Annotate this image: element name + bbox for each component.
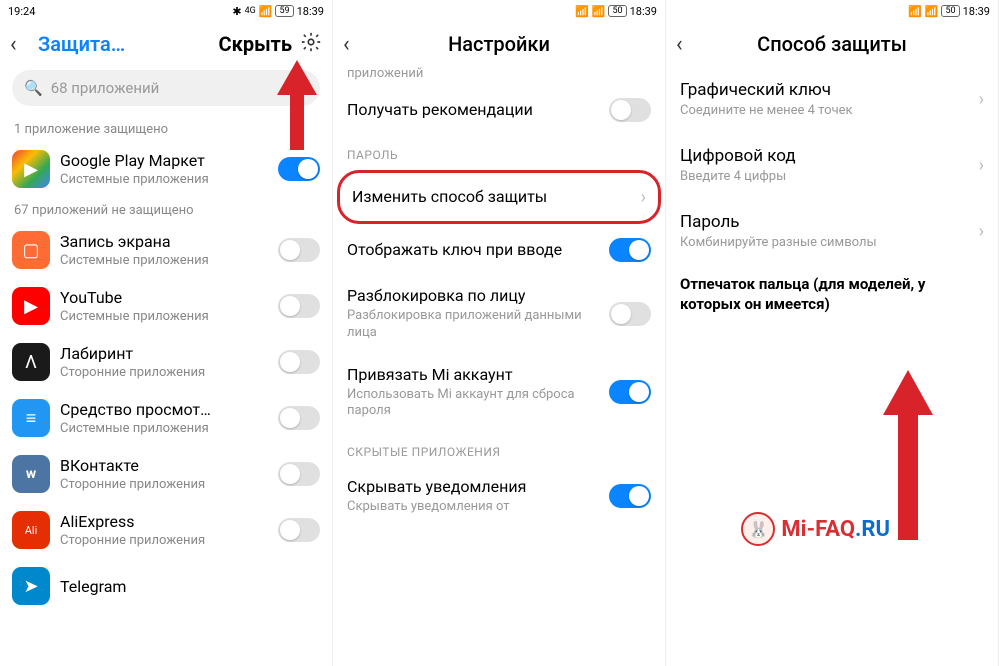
gear-icon[interactable] bbox=[300, 31, 322, 57]
toggle-screen-record[interactable] bbox=[278, 238, 320, 262]
cut-text: приложений bbox=[333, 66, 665, 86]
panel-protection-method: 📶 📶 50 18:39 ‹ Способ защиты Графический… bbox=[666, 0, 999, 666]
document-icon: ≡ bbox=[12, 399, 50, 437]
app-row-vk[interactable]: w ВКонтакте Сторонние приложения bbox=[0, 446, 332, 502]
row-recommendations[interactable]: Получать рекомендации bbox=[333, 86, 665, 134]
status-bar: 📶 📶 50 18:39 bbox=[333, 0, 665, 22]
row-hide-notifications[interactable]: Скрывать уведомления Скрывать уведомлени… bbox=[333, 465, 665, 527]
toggle-face-unlock[interactable] bbox=[609, 302, 651, 326]
wifi-icon: 📶 bbox=[925, 5, 939, 18]
panel-app-lock: 19:24 ✱ 4G 📶 59 18:39 ‹ Защита… Скрыть 🔍… bbox=[0, 0, 333, 666]
app-row-aliexpress[interactable]: Ali AliExpress Сторонние приложения bbox=[0, 502, 332, 558]
fingerprint-note: Отпечаток пальца (для моделей, у которых… bbox=[666, 264, 998, 325]
section-hidden-apps: СКРЫТЫЕ ПРИЛОЖЕНИЯ bbox=[333, 431, 665, 465]
signal-icon: 📶 bbox=[259, 5, 273, 18]
app-row-youtube[interactable]: ▶ YouTube Системные приложения bbox=[0, 278, 332, 334]
tab-protection[interactable]: Защита… bbox=[38, 32, 210, 56]
toggle-mi-account[interactable] bbox=[609, 380, 651, 404]
annotation-arrow-gear bbox=[272, 60, 322, 150]
status-bar: 📶 📶 50 18:39 bbox=[666, 0, 998, 22]
youtube-icon: ▶ bbox=[12, 287, 50, 325]
option-pin[interactable]: Цифровой код Введите 4 цифры › bbox=[666, 132, 998, 198]
option-pattern[interactable]: Графический ключ Соедините не менее 4 то… bbox=[666, 66, 998, 132]
labyrinth-icon: Λ bbox=[12, 343, 50, 381]
option-password[interactable]: Пароль Комбинируйте разные символы › bbox=[666, 198, 998, 264]
row-show-key[interactable]: Отображать ключ при вводе bbox=[333, 226, 665, 274]
app-row-viewer[interactable]: ≡ Средство просмот… Системные приложения bbox=[0, 390, 332, 446]
toggle-viewer[interactable] bbox=[278, 406, 320, 430]
row-face-unlock[interactable]: Разблокировка по лицу Разблокировка прил… bbox=[333, 274, 665, 353]
toggle-recommendations[interactable] bbox=[609, 98, 651, 122]
app-row-telegram[interactable]: ➤ Telegram bbox=[0, 558, 332, 614]
header: ‹ Настройки bbox=[333, 22, 665, 66]
telegram-icon: ➤ bbox=[12, 567, 50, 605]
toggle-google-play[interactable] bbox=[278, 157, 320, 181]
status-time-right: 18:39 bbox=[297, 5, 324, 18]
battery-indicator: 59 bbox=[275, 5, 293, 17]
chevron-right-icon: › bbox=[979, 155, 984, 176]
chevron-right-icon: › bbox=[979, 221, 984, 242]
toggle-show-key[interactable] bbox=[609, 238, 651, 262]
section-password: ПАРОЛЬ bbox=[333, 134, 665, 168]
chevron-right-icon: › bbox=[979, 89, 984, 110]
status-bar: 19:24 ✱ 4G 📶 59 18:39 bbox=[0, 0, 332, 22]
chevron-right-icon: › bbox=[641, 187, 646, 208]
aliexpress-icon: Ali bbox=[12, 511, 50, 549]
app-sub: Системные приложения bbox=[60, 172, 268, 187]
page-title: Способ защиты bbox=[704, 32, 960, 56]
app-name: Google Play Маркет bbox=[60, 151, 268, 170]
toggle-aliexpress[interactable] bbox=[278, 518, 320, 542]
record-icon: ▢ bbox=[12, 231, 50, 269]
annotation-highlight-ring: Изменить способ защиты › bbox=[337, 170, 661, 224]
network-icon: 4G bbox=[245, 6, 256, 16]
row-change-protection[interactable]: Изменить способ защиты › bbox=[340, 173, 658, 221]
mi-logo-icon: 🐰 bbox=[741, 512, 775, 546]
toggle-vk[interactable] bbox=[278, 462, 320, 486]
signal-icon: 📶 bbox=[575, 5, 589, 18]
vk-icon: w bbox=[12, 455, 50, 493]
status-time-right: 18:39 bbox=[963, 5, 990, 18]
search-icon: 🔍 bbox=[24, 79, 43, 97]
battery-indicator: 50 bbox=[608, 5, 626, 17]
app-row-screen-record[interactable]: ▢ Запись экрана Системные приложения bbox=[0, 222, 332, 278]
back-button[interactable]: ‹ bbox=[676, 32, 696, 57]
header: ‹ Способ защиты bbox=[666, 22, 998, 66]
toggle-hide-notifications[interactable] bbox=[609, 484, 651, 508]
tab-hide[interactable]: Скрыть bbox=[218, 32, 292, 56]
bluetooth-icon: ✱ bbox=[232, 5, 241, 18]
back-button[interactable]: ‹ bbox=[10, 32, 30, 57]
panel-settings: 📶 📶 50 18:39 ‹ Настройки приложений Полу… bbox=[333, 0, 666, 666]
wifi-icon: 📶 bbox=[592, 5, 606, 18]
toggle-youtube[interactable] bbox=[278, 294, 320, 318]
app-row-labyrinth[interactable]: Λ Лабиринт Сторонние приложения bbox=[0, 334, 332, 390]
status-time-left: 19:24 bbox=[8, 5, 35, 18]
watermark-logo: 🐰 Mi-FAQ.RU bbox=[741, 512, 890, 546]
status-time-right: 18:39 bbox=[630, 5, 657, 18]
unprotected-count-label: 67 приложений не защищено bbox=[0, 197, 332, 222]
page-title: Настройки bbox=[371, 32, 627, 56]
back-button[interactable]: ‹ bbox=[343, 32, 363, 57]
signal-icon: 📶 bbox=[908, 5, 922, 18]
app-icon-play: ▶ bbox=[12, 150, 50, 188]
toggle-labyrinth[interactable] bbox=[278, 350, 320, 374]
battery-indicator: 50 bbox=[941, 5, 959, 17]
row-mi-account[interactable]: Привязать Mi аккаунт Использовать Mi акк… bbox=[333, 353, 665, 432]
search-placeholder: 68 приложений bbox=[51, 79, 160, 97]
